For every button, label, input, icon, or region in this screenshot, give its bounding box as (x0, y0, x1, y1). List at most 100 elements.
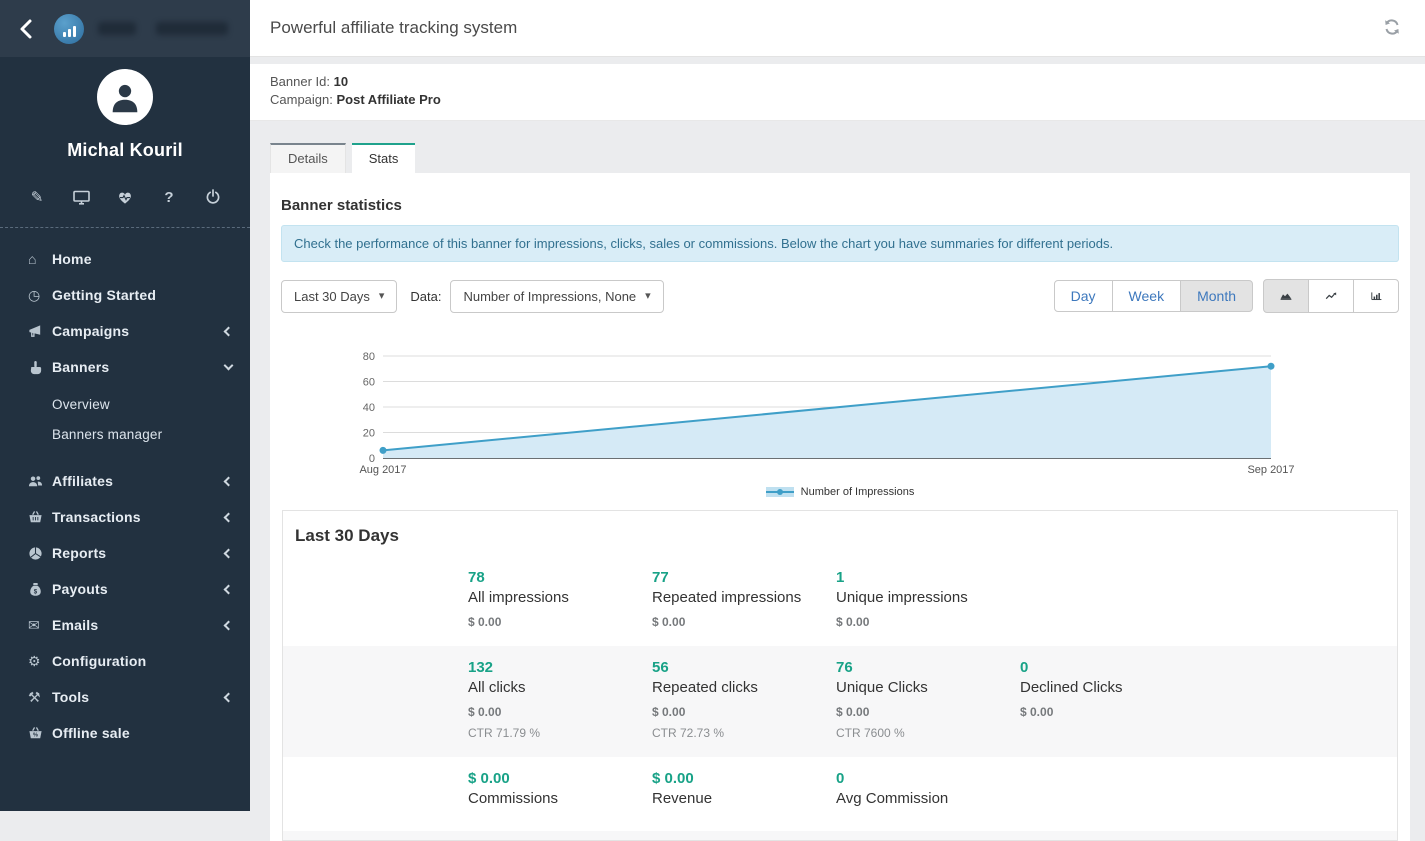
period-dropdown-value: Last 30 Days (294, 289, 370, 304)
clicks-row: 132 All clicks $ 0.00 CTR 71.79 % 56 Rep… (283, 646, 1397, 757)
chevron-left-icon (224, 584, 234, 594)
sidebar-item-reports[interactable]: Reports (0, 535, 250, 571)
sidebar-item-label: Getting Started (52, 287, 156, 303)
stat-value: 76 (836, 659, 1006, 676)
legend-marker-icon (766, 487, 794, 497)
stat-cell: 77 Repeated impressions $ 0.00 (652, 569, 836, 629)
sidebar-nav: ⌂ Home ◷ Getting Started Campaigns Banne… (0, 228, 250, 751)
chevron-left-icon (224, 548, 234, 558)
back-button[interactable] (14, 16, 40, 42)
home-icon: ⌂ (28, 251, 52, 267)
logout-button[interactable] (202, 186, 224, 208)
week-button[interactable]: Week (1112, 280, 1182, 312)
chevron-left-icon (224, 476, 234, 486)
stat-cell: 78 All impressions $ 0.00 (468, 569, 652, 629)
stat-money: $ 0.00 (836, 705, 1006, 719)
stat-money: $ 0.00 (468, 705, 638, 719)
svg-text:80: 80 (363, 351, 375, 363)
period-dropdown[interactable]: Last 30 Days ▾ (281, 280, 397, 313)
avatar[interactable] (97, 69, 153, 125)
stat-value: 56 (652, 659, 822, 676)
users-icon (28, 474, 52, 489)
sidebar-item-label: Campaigns (52, 323, 129, 339)
stat-cell: 76 Unique Clicks $ 0.00 CTR 7600 % (836, 659, 1020, 740)
sidebar-item-payouts[interactable]: $ Payouts (0, 571, 250, 607)
stat-label: All impressions (468, 589, 638, 606)
pie-chart-icon (28, 546, 52, 561)
refresh-button[interactable] (1383, 18, 1403, 38)
stat-label: Unique Clicks (836, 679, 1006, 696)
redacted-logo-text (156, 22, 228, 35)
redacted-logo-text (98, 22, 136, 35)
sidebar-item-label: Emails (52, 617, 98, 633)
stats-panel: Banner statistics Check the performance … (270, 173, 1410, 841)
stat-label: Unique impressions (836, 589, 1006, 606)
megaphone-icon (28, 324, 52, 339)
stat-value: 77 (652, 569, 822, 586)
help-button[interactable]: ? (158, 186, 180, 208)
stat-label: Repeated clicks (652, 679, 822, 696)
stat-label: Avg Commission (836, 790, 1006, 807)
tabs: Details Stats (270, 143, 1410, 173)
stopwatch-icon: ◷ (28, 287, 52, 304)
tools-icon: ⚒ (28, 689, 52, 706)
tab-stats[interactable]: Stats (352, 143, 416, 173)
sidebar-item-home[interactable]: ⌂ Home (0, 241, 250, 277)
question-icon: ? (164, 189, 173, 206)
stat-label: Repeated impressions (652, 589, 822, 606)
sidebar-item-label: Affiliates (52, 473, 113, 489)
sidebar-item-offline-sale[interactable]: % Offline sale (0, 715, 250, 751)
area-chart-button[interactable] (1263, 279, 1309, 313)
sidebar-item-campaigns[interactable]: Campaigns (0, 313, 250, 349)
svg-text:20: 20 (363, 428, 375, 440)
main-area: Powerful affiliate tracking system Banne… (250, 0, 1425, 811)
sidebar-subitem-banners-manager[interactable]: Banners manager (0, 419, 250, 449)
line-chart-button[interactable] (1308, 279, 1354, 313)
sidebar-item-getting-started[interactable]: ◷ Getting Started (0, 277, 250, 313)
content: Details Stats Banner statistics Check th… (250, 121, 1425, 841)
month-button[interactable]: Month (1180, 280, 1253, 312)
app-logo-icon[interactable] (54, 14, 84, 44)
sidebar-item-banners[interactable]: Banners (0, 349, 250, 385)
bar-chart-button[interactable] (1353, 279, 1399, 313)
sidebar-item-label: Offline sale (52, 725, 130, 741)
stat-value: 78 (468, 569, 638, 586)
edit-profile-button[interactable]: ✎ (26, 186, 48, 208)
person-icon (108, 80, 142, 114)
legend-label: Number of Impressions (801, 486, 915, 498)
stat-cell: $ 0.00 Commissions (468, 770, 652, 807)
sidebar-item-label: Banners (52, 359, 109, 375)
data-dropdown[interactable]: Number of Impressions, None ▾ (450, 280, 663, 313)
stat-value: 0 (1020, 659, 1190, 676)
data-label: Data: (410, 289, 441, 304)
chart-legend: Number of Impressions (281, 486, 1399, 498)
user-profile: Michal Kouril ✎ ? (0, 57, 250, 208)
sidebar-subitem-overview[interactable]: Overview (0, 389, 250, 419)
screen-button[interactable] (70, 186, 92, 208)
sidebar-item-label: Payouts (52, 581, 108, 597)
sidebar-item-transactions[interactable]: Transactions (0, 499, 250, 535)
sidebar-item-emails[interactable]: ✉ Emails (0, 607, 250, 643)
campaign-line: Campaign: Post Affiliate Pro (270, 91, 1405, 109)
stat-label: All clicks (468, 679, 638, 696)
sidebar-item-tools[interactable]: ⚒ Tools (0, 679, 250, 715)
impressions-row: 78 All impressions $ 0.00 77 Repeated im… (283, 556, 1397, 646)
sidebar-item-configuration[interactable]: ⚙ Configuration (0, 643, 250, 679)
stat-label: Commissions (468, 790, 638, 807)
stat-cell: 56 Repeated clicks $ 0.00 CTR 72.73 % (652, 659, 836, 740)
sidebar-item-label: Banners manager (52, 427, 162, 442)
stat-value: 1 (836, 569, 1006, 586)
day-button[interactable]: Day (1054, 280, 1113, 312)
sidebar-item-affiliates[interactable]: Affiliates (0, 463, 250, 499)
stat-cell: 132 All clicks $ 0.00 CTR 71.79 % (468, 659, 652, 740)
campaign-label: Campaign: (270, 92, 333, 107)
sidebar-item-label: Configuration (52, 653, 146, 669)
heartbeat-icon (117, 190, 133, 205)
stat-label: Revenue (652, 790, 822, 807)
chart-type-group (1263, 279, 1399, 313)
area-chart-icon (1280, 289, 1292, 303)
tab-details[interactable]: Details (270, 143, 346, 173)
status-button[interactable] (114, 186, 136, 208)
gear-icon: ⚙ (28, 653, 52, 670)
stat-money: $ 0.00 (652, 615, 822, 629)
